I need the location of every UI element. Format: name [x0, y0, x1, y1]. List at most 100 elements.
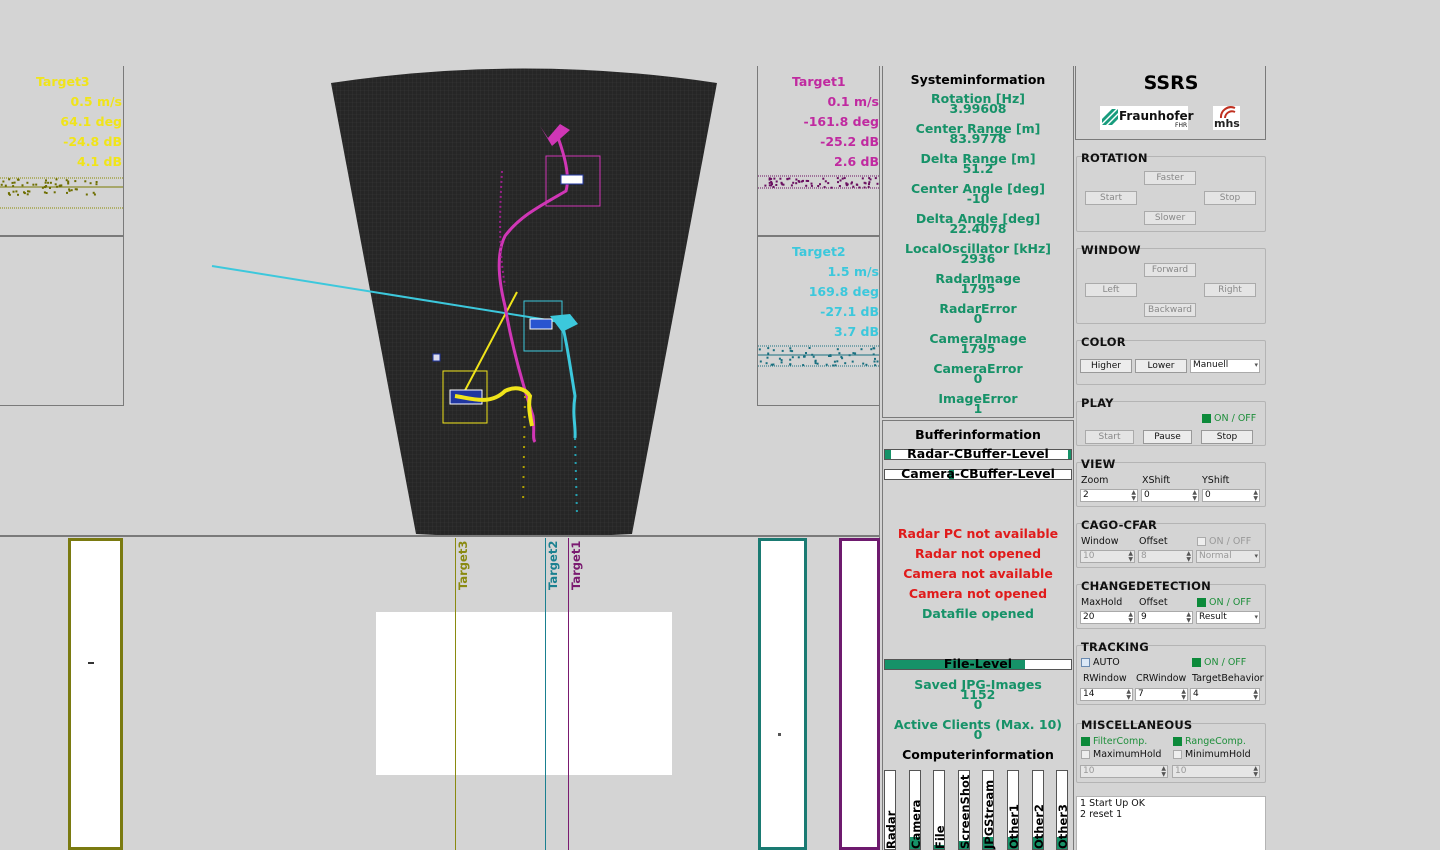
cago-onoff-label: ON / OFF: [1209, 536, 1252, 547]
change-mode-select[interactable]: Result ▾: [1196, 611, 1260, 624]
maxhold-label: MaxHold: [1081, 597, 1123, 608]
cago-mode-select[interactable]: Normal ▾: [1196, 550, 1260, 563]
view-title: VIEW: [1081, 457, 1116, 471]
target1-info: Target1 0.1 m/s -161.8 deg -25.2 dB 2.6 …: [758, 72, 879, 172]
sysinfo-value: 0: [973, 311, 983, 326]
cago-title: CAGO-CFAR: [1081, 518, 1158, 532]
chevron-down-icon: ▾: [1254, 552, 1258, 560]
tracking-title: TRACKING: [1081, 640, 1149, 654]
rotation-stop-button[interactable]: Stop: [1204, 191, 1256, 205]
higher-button[interactable]: Higher: [1080, 359, 1132, 373]
maxhold-check-label: MaximumHold: [1093, 749, 1162, 760]
yshift-spinbox[interactable]: 0 ▲ ▼: [1202, 489, 1260, 502]
slower-button[interactable]: Slower: [1144, 211, 1196, 225]
status-datafile: Datafile opened: [922, 606, 1034, 621]
cago-offset-spinbox[interactable]: 8 ▲ ▼: [1138, 550, 1193, 563]
xshift-spinbox[interactable]: 0 ▲ ▼: [1141, 489, 1199, 502]
app-title: SSRS: [1143, 72, 1199, 94]
play-onoff-label: ON / OFF: [1214, 413, 1257, 424]
target1-angle: -161.8 deg: [803, 114, 879, 129]
play-onoff-checkbox[interactable]: [1202, 414, 1211, 423]
misc-spinbox-2[interactable]: 10 ▲ ▼: [1172, 765, 1260, 778]
left-button[interactable]: Left: [1085, 283, 1137, 297]
cago-onoff-checkbox[interactable]: [1197, 537, 1206, 546]
target-behavior-spinbox[interactable]: 4 ▲ ▼: [1190, 688, 1260, 701]
crwindow-spinbox[interactable]: 7 ▲ ▼: [1135, 688, 1188, 701]
play-stop-button[interactable]: Stop: [1201, 430, 1253, 444]
rwindow-label: RWindow: [1083, 673, 1127, 684]
color-mode-value: Manuell: [1193, 360, 1229, 370]
sysinfo-value: 51.2: [962, 161, 994, 176]
misc-title: MISCELLANEOUS: [1081, 718, 1193, 732]
forward-button[interactable]: Forward: [1144, 263, 1196, 277]
log-line-2: 2 reset 1: [1080, 809, 1123, 820]
log-box[interactable]: 1 Start Up OK 2 reset 1: [1076, 796, 1266, 850]
sysinfo-value: 1795: [960, 341, 996, 356]
file-level-label: File-Level: [943, 656, 1013, 671]
radar-buffer-label: Radar-CBuffer-Level: [907, 446, 1049, 461]
target2-angle: 169.8 deg: [808, 284, 879, 299]
tracking-onoff-checkbox[interactable]: [1192, 658, 1201, 667]
target2-level: -27.1 dB: [820, 304, 879, 319]
target1-level: -25.2 dB: [820, 134, 879, 149]
computer-bar-radar: Radar: [884, 770, 898, 850]
log-line-1: 1 Start Up OK: [1080, 798, 1146, 809]
target1-snr: 2.6 dB: [834, 154, 879, 169]
computer-bar-other2: Other2: [1031, 770, 1046, 850]
computer-bar-other1: Other1: [1007, 770, 1021, 850]
sysinfo-value: -10: [966, 191, 990, 206]
target2-crop-marker: [778, 733, 781, 736]
sysinfo-value: 0: [973, 371, 983, 386]
status-camera-open: Camera not opened: [908, 586, 1048, 601]
maxhold-spinbox[interactable]: 20 ▲ ▼: [1080, 611, 1135, 624]
play-title: PLAY: [1081, 396, 1114, 410]
cago-offset-label: Offset: [1139, 536, 1168, 547]
status-radar-pc: Radar PC not available: [897, 526, 1059, 541]
target2-speed: 1.5 m/s: [827, 264, 879, 279]
minhold-checkbox[interactable]: [1173, 750, 1182, 759]
zoom-label: Zoom: [1081, 475, 1109, 486]
fraunhofer-logo: Fraunhofer FHR: [1100, 106, 1194, 130]
target2-camera-crop: [758, 538, 807, 850]
target3-camera-crop: [68, 538, 123, 850]
status-camera-available: Camera not available: [903, 566, 1053, 581]
rotation-start-button[interactable]: Start: [1085, 191, 1137, 205]
filtercomp-checkbox[interactable]: [1081, 737, 1090, 746]
computer-bar-screenshot: ScreenShot: [957, 770, 972, 850]
maxhold-checkbox[interactable]: [1081, 750, 1090, 759]
rangecomp-checkbox[interactable]: [1173, 737, 1182, 746]
computer-title: Computerinformation: [902, 747, 1054, 762]
cago-window-label: Window: [1081, 536, 1119, 547]
chevron-down-icon: ▾: [1254, 613, 1258, 621]
misc-spinbox-1[interactable]: 10 ▲ ▼: [1080, 765, 1168, 778]
target1-speed: 0.1 m/s: [827, 94, 879, 109]
saved-jpg-value2: 0: [973, 697, 983, 712]
auto-checkbox[interactable]: [1081, 658, 1090, 667]
minhold-check-label: MinimumHold: [1185, 749, 1251, 760]
crwindow-label: CRWindow: [1136, 673, 1187, 684]
sysinfo-value: 2936: [960, 251, 996, 266]
change-offset-spinbox[interactable]: 9 ▲ ▼: [1138, 611, 1193, 624]
computer-bar-file: File: [933, 770, 947, 850]
backward-button[interactable]: Backward: [1144, 303, 1196, 317]
status-radar-open: Radar not opened: [914, 546, 1042, 561]
faster-button[interactable]: Faster: [1144, 171, 1196, 185]
camera-image[interactable]: [376, 612, 672, 775]
zoom-spinbox[interactable]: 2 ▲ ▼: [1080, 489, 1138, 502]
target2-info: Target2 1.5 m/s 169.8 deg -27.1 dB 3.7 d…: [758, 242, 879, 342]
cago-window-spinbox[interactable]: 10 ▲ ▼: [1080, 550, 1135, 563]
pause-button[interactable]: Pause: [1143, 430, 1192, 444]
right-button[interactable]: Right: [1204, 283, 1256, 297]
change-onoff-checkbox[interactable]: [1197, 598, 1206, 607]
color-mode-select[interactable]: Manuell ▾: [1190, 359, 1260, 373]
rwindow-spinbox[interactable]: 14 ▲ ▼: [1080, 688, 1133, 701]
target2-signal-plot: [758, 345, 879, 367]
computer-bar-camera: Camera: [908, 770, 923, 850]
lower-button[interactable]: Lower: [1135, 359, 1187, 373]
play-start-button[interactable]: Start: [1085, 430, 1134, 444]
rotation-title: ROTATION: [1081, 151, 1148, 165]
sysinfo-value: 1795: [960, 281, 996, 296]
color-title: COLOR: [1081, 335, 1126, 349]
buffer-title: Bufferinformation: [915, 427, 1041, 442]
sysinfo-value: 1: [973, 401, 983, 416]
